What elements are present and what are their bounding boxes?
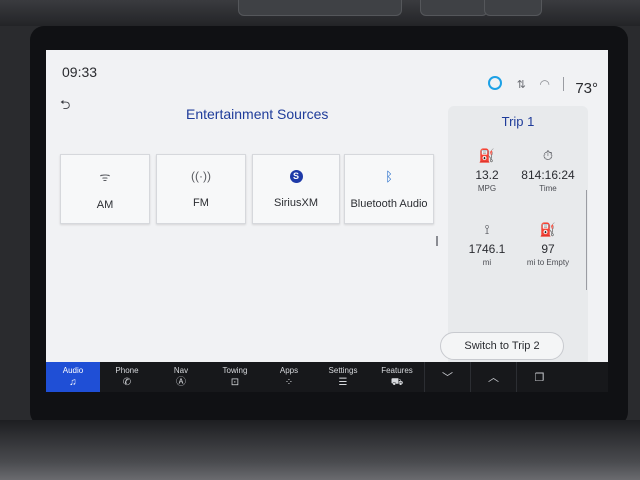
- nav-label: Nav: [173, 365, 189, 375]
- range-stat: ⛽ 97 mi to Empty: [512, 222, 584, 267]
- nav-settings[interactable]: Settings ☰: [316, 362, 370, 392]
- range-unit: mi to Empty: [526, 258, 570, 267]
- trailer-icon: ⊡: [230, 376, 240, 388]
- source-label: Bluetooth Audio: [350, 197, 428, 210]
- trip-title: Trip 1: [501, 114, 535, 129]
- status-divider: [563, 77, 564, 91]
- phone-icon: ✆: [122, 376, 132, 388]
- antenna-icon: ᯤ: [99, 169, 111, 184]
- page-title: Entertainment Sources: [186, 106, 329, 122]
- range-value: 97: [541, 242, 555, 256]
- dashboard-bottom: [0, 420, 640, 480]
- outside-temperature: 73°: [575, 80, 598, 97]
- nav-label: Phone: [115, 365, 139, 375]
- nav-label: Apps: [279, 365, 299, 375]
- source-tile-am[interactable]: ᯤ AM: [60, 154, 150, 224]
- trip-time-stat: ⏱ 814:16:24 Time: [512, 148, 584, 193]
- source-label: AM: [96, 198, 114, 211]
- truck-icon: ⛟: [390, 376, 404, 388]
- chevron-up-icon[interactable]: ︿: [470, 362, 516, 392]
- time-unit: Time: [539, 184, 557, 193]
- clock: 09:33: [62, 64, 98, 80]
- back-icon[interactable]: ⮌: [60, 96, 70, 118]
- nav-label: Towing: [222, 365, 248, 375]
- nav-apps[interactable]: Apps ⁘: [262, 362, 316, 392]
- dashboard-vent: [238, 0, 402, 16]
- source-tile-fm[interactable]: ((·)) FM: [156, 154, 246, 224]
- apps-grid-icon: ⁘: [284, 376, 294, 388]
- source-tile-siriusxm[interactable]: S SiriusXM: [252, 154, 340, 224]
- nav-phone[interactable]: Phone ✆: [100, 362, 154, 392]
- infotainment-screen: 09:33 ⇅ ◠ 73° ⮌ Entertainment Sources ᯤ …: [46, 50, 608, 392]
- trip-panel: Trip 1 ⛽ 13.2 MPG ⏱ 814:16:24 Time ⟟ 174…: [448, 106, 588, 366]
- trip-scroll-indicator: [586, 190, 589, 290]
- source-label: SiriusXM: [273, 196, 318, 209]
- nav-label: Audio: [62, 365, 84, 375]
- phone-status-icon: ⇅: [516, 79, 526, 91]
- nav-navigation[interactable]: Nav Ⓐ: [154, 362, 208, 392]
- multi-window-icon[interactable]: ❐: [516, 362, 562, 392]
- bottom-nav-bar: Audio ♫ Phone ✆ Nav Ⓐ Towing ⊡ Apps ⁘ Se…: [46, 362, 608, 392]
- nav-features[interactable]: Features ⛟: [370, 362, 424, 392]
- navigation-icon: Ⓐ: [176, 376, 186, 388]
- nav-audio[interactable]: Audio ♫: [46, 362, 100, 392]
- nav-towing[interactable]: Towing ⊡: [208, 362, 262, 392]
- wifi-icon: ◠: [539, 77, 550, 91]
- source-label: FM: [193, 197, 209, 209]
- stopwatch-icon: ⏱: [542, 148, 554, 163]
- bluetooth-icon: ᛒ: [385, 168, 393, 184]
- time-value: 814:16:24: [521, 168, 575, 182]
- switch-trip-button[interactable]: Switch to Trip 2: [440, 332, 564, 360]
- source-tile-bluetooth[interactable]: ᛒ Bluetooth Audio: [344, 154, 434, 224]
- siriusxm-icon: S: [289, 169, 303, 183]
- dashboard-button: [484, 0, 542, 16]
- settings-sliders-icon: ☰: [338, 376, 348, 388]
- dashboard-button: [420, 0, 488, 16]
- chevron-down-icon[interactable]: ﹀: [424, 362, 470, 392]
- nav-label: Features: [381, 365, 413, 375]
- music-note-icon: ♫: [69, 376, 77, 388]
- nav-label: Settings: [328, 365, 358, 375]
- fuel-pump-icon: ⛽: [539, 222, 557, 237]
- scroll-indicator: [436, 236, 438, 246]
- alexa-icon[interactable]: [488, 76, 502, 90]
- radio-waves-icon: ((·)): [191, 169, 211, 183]
